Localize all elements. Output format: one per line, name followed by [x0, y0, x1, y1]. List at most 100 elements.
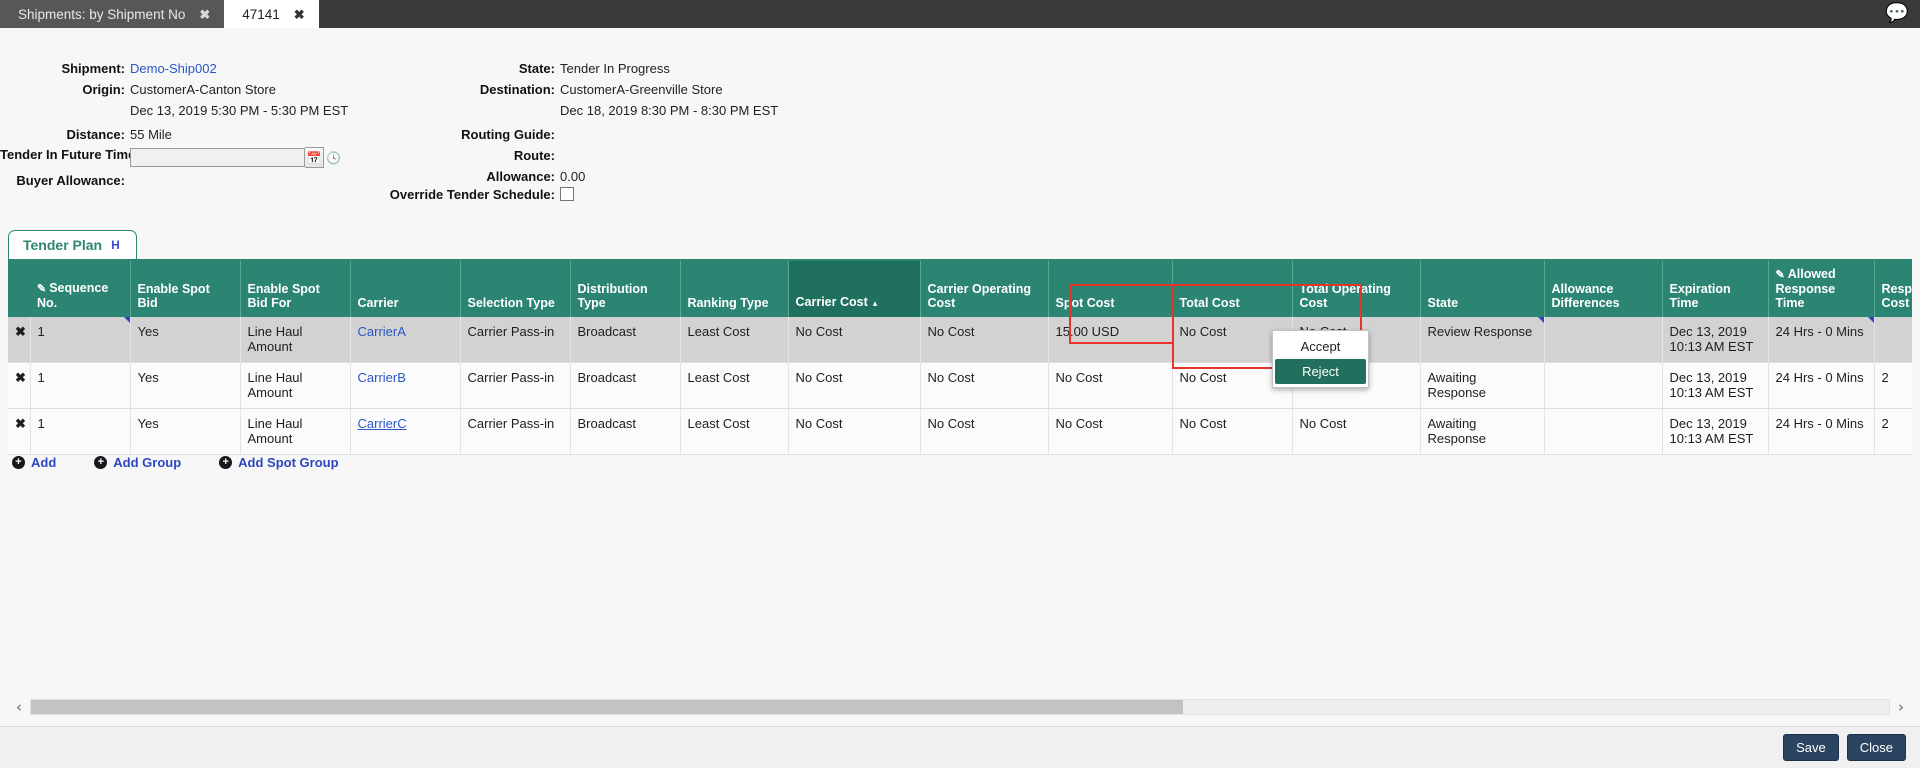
cell-enable-spot-bid-for: Line Haul Amount	[240, 363, 350, 409]
cell-distribution-type: Broadcast	[570, 409, 680, 455]
scrollbar-thumb[interactable]	[31, 700, 1183, 714]
column-header-label: State	[1428, 296, 1459, 310]
browser-tab-47141[interactable]: 47141 ✖	[224, 0, 318, 28]
field-tender-in-future-time: Tender In Future Time: 📅 🕓	[0, 147, 343, 168]
cell-spot-cost: 15.00 USD	[1048, 317, 1172, 363]
column-header-label: Sequence No.	[37, 281, 108, 310]
calendar-icon[interactable]: 📅	[305, 147, 324, 168]
save-button[interactable]: Save	[1783, 734, 1839, 761]
column-header-expiration-time[interactable]: Expiration Time	[1662, 261, 1768, 317]
column-header-sequence-no[interactable]: ✎Sequence No.	[30, 261, 130, 317]
column-header-label: Spot Cost	[1056, 296, 1115, 310]
cell-carrier-operating-cost: No Cost	[920, 317, 1048, 363]
add-link[interactable]: + Add	[12, 455, 56, 470]
chat-icon[interactable]: 💬	[1884, 2, 1910, 26]
column-header-distribution-type[interactable]: Distribution Type	[570, 261, 680, 317]
field-destination-window: Dec 18, 2019 8:30 PM - 8:30 PM EST	[430, 103, 778, 119]
field-destination-label: Destination:	[430, 82, 560, 98]
carrier-link[interactable]: CarrierA	[358, 324, 406, 339]
application-window: Shipments: by Shipment No ✖ 47141 ✖ 💬 Sh…	[0, 0, 1920, 768]
browser-tab-shipments[interactable]: Shipments: by Shipment No ✖	[0, 0, 224, 28]
cell-carrier[interactable]: CarrierB	[350, 363, 460, 409]
override-tender-schedule-checkbox[interactable]	[560, 187, 574, 201]
tender-in-future-time-input[interactable]	[130, 148, 305, 167]
column-header-label: Distribution Type	[578, 282, 648, 310]
context-menu-item-reject[interactable]: Reject	[1275, 359, 1366, 384]
field-origin-window: Dec 13, 2019 5:30 PM - 5:30 PM EST	[0, 103, 348, 119]
horizontal-scrollbar[interactable]: ‹ ›	[8, 696, 1912, 718]
column-header-state[interactable]: State	[1420, 261, 1544, 317]
field-destination-window-value: Dec 18, 2019 8:30 PM - 8:30 PM EST	[560, 103, 778, 119]
context-menu-item-accept[interactable]: Accept	[1275, 334, 1366, 359]
field-origin-value: CustomerA-Canton Store	[130, 82, 276, 98]
close-icon[interactable]: ✖	[199, 8, 210, 21]
column-header-total-operating-cost[interactable]: Total Operating Cost	[1292, 261, 1420, 317]
tender-plan-grid: ✎Sequence No.Enable Spot BidEnable Spot …	[8, 259, 1912, 455]
scrollbar-track[interactable]	[30, 699, 1890, 715]
cell-carrier-operating-cost: No Cost	[920, 409, 1048, 455]
carrier-link[interactable]: CarrierC	[358, 416, 407, 431]
cell-carrier[interactable]: CarrierC	[350, 409, 460, 455]
column-header-carrier-operating-cost[interactable]: Carrier Operating Cost	[920, 261, 1048, 317]
field-allowance: Allowance: 0.00	[430, 169, 585, 185]
column-header-carrier-cost[interactable]: Carrier Cost▴	[788, 261, 920, 317]
column-header-enable-spot-bid-for[interactable]: Enable Spot Bid For	[240, 261, 350, 317]
cell-expiration-time: Dec 13, 2019 10:13 AM EST	[1662, 317, 1768, 363]
remove-row-icon[interactable]: ✖	[8, 317, 30, 363]
field-shipment-label: Shipment:	[0, 61, 130, 77]
row-context-menu[interactable]: Accept Reject	[1272, 330, 1369, 388]
field-tender-in-future-time-label: Tender In Future Time:	[0, 147, 130, 168]
column-header-label: Carrier Cost	[796, 295, 868, 309]
column-header-label: Total Cost	[1180, 296, 1240, 310]
table-row[interactable]: ✖1YesLine Haul AmountCarrierCCarrier Pas…	[8, 409, 1912, 455]
column-header-allowance-differences[interactable]: Allowance Differences	[1544, 261, 1662, 317]
column-header-spot-cost[interactable]: Spot Cost	[1048, 261, 1172, 317]
cell-carrier[interactable]: CarrierA	[350, 317, 460, 363]
shipment-link[interactable]: Demo-Ship002	[130, 61, 217, 77]
shipment-header-form: Shipment: Demo-Ship002 Origin: CustomerA…	[0, 28, 1920, 223]
field-origin-window-label	[0, 103, 130, 119]
column-header-label: Response Cost	[1882, 282, 1913, 310]
cell-response-cost: 2	[1874, 409, 1912, 455]
carrier-link[interactable]: CarrierB	[358, 370, 406, 385]
column-header-enable-spot-bid[interactable]: Enable Spot Bid	[130, 261, 240, 317]
field-destination: Destination: CustomerA-Greenville Store	[430, 82, 723, 98]
close-icon[interactable]: ✖	[294, 8, 305, 21]
cell-sequence-no: 1	[30, 363, 130, 409]
tab-tender-plan[interactable]: Tender Plan H	[8, 230, 137, 259]
column-header-allowed-response-time[interactable]: ✎Allowed Response Time	[1768, 261, 1874, 317]
column-header-total-cost[interactable]: Total Cost	[1172, 261, 1292, 317]
cell-distribution-type: Broadcast	[570, 317, 680, 363]
cell-allowed-response-time: 24 Hrs - 0 Mins	[1768, 317, 1874, 363]
column-header-selection-type[interactable]: Selection Type	[460, 261, 570, 317]
pencil-icon: ✎	[1776, 269, 1785, 281]
column-header-response-cost[interactable]: Response Cost	[1874, 261, 1912, 317]
table-row[interactable]: ✖1YesLine Haul AmountCarrierBCarrier Pas…	[8, 363, 1912, 409]
close-button[interactable]: Close	[1847, 734, 1906, 761]
add-spot-group-link[interactable]: + Add Spot Group	[219, 455, 338, 470]
cell-total-operating-cost: No Cost	[1292, 409, 1420, 455]
remove-row-icon[interactable]: ✖	[8, 409, 30, 455]
clock-icon[interactable]: 🕓	[324, 147, 343, 168]
scroll-right-arrow-icon[interactable]: ›	[1890, 698, 1912, 716]
field-override-tender-schedule: Override Tender Schedule:	[330, 187, 574, 203]
cell-carrier-cost: No Cost	[788, 317, 920, 363]
cell-enable-spot-bid: Yes	[130, 317, 240, 363]
column-header-ranking-type[interactable]: Ranking Type	[680, 261, 788, 317]
scroll-left-arrow-icon[interactable]: ‹	[8, 698, 30, 716]
cell-sequence-no: 1	[30, 409, 130, 455]
field-state-label: State:	[430, 61, 560, 77]
tab-tender-plan-label: Tender Plan	[23, 237, 102, 253]
plus-circle-icon: +	[12, 456, 25, 469]
field-distance-value: 55 Mile	[130, 127, 172, 143]
plus-circle-icon: +	[219, 456, 232, 469]
cell-state: Awaiting Response	[1420, 363, 1544, 409]
column-header-carrier[interactable]: Carrier	[350, 261, 460, 317]
pin-icon[interactable]: H	[111, 238, 120, 252]
field-allowance-label: Allowance:	[430, 169, 560, 185]
cell-response-cost	[1874, 317, 1912, 363]
add-group-link[interactable]: + Add Group	[94, 455, 181, 470]
field-destination-window-label	[430, 103, 560, 119]
remove-row-icon[interactable]: ✖	[8, 363, 30, 409]
table-row[interactable]: ✖1YesLine Haul AmountCarrierACarrier Pas…	[8, 317, 1912, 363]
